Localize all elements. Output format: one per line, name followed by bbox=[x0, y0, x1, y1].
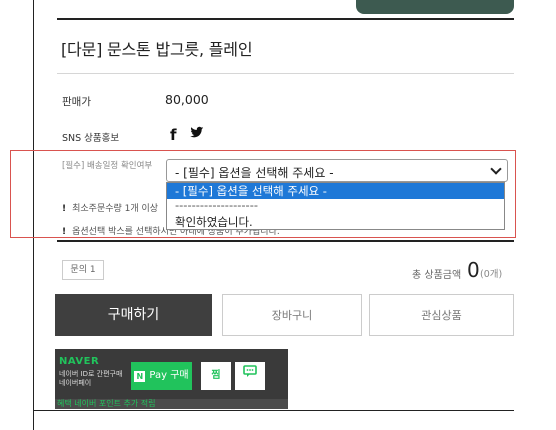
option-dropdown[interactable]: - [필수] 옵션을 선택해 주세요 - -------------------… bbox=[166, 182, 505, 230]
title-divider bbox=[57, 73, 514, 74]
option-label: [필수] 배송일정 확인여부 bbox=[62, 161, 153, 171]
naver-benefit-strip: 혜택 네이버 포인트 추가 적립 bbox=[55, 399, 288, 409]
note-bullet: ! bbox=[62, 227, 67, 237]
top-pill-decoration bbox=[356, 0, 514, 14]
product-title: [다문] 문스톤 밥그릇, 플레인 bbox=[61, 40, 253, 59]
total-value: 0 bbox=[467, 258, 480, 282]
dropdown-option-separator[interactable]: -------------------- bbox=[167, 199, 504, 214]
total-count: (0개) bbox=[480, 269, 503, 280]
naver-wish-button[interactable]: 찜 bbox=[201, 362, 231, 390]
min-qty-note: ! 최소주문수량 1개 이상 bbox=[62, 201, 158, 214]
total-label: 총 상품금액 bbox=[412, 270, 462, 281]
option-select-value: - [필수] 옵션을 선택해 주세요 - bbox=[175, 166, 334, 180]
price-value: 80,000 bbox=[165, 92, 209, 107]
naver-sub-line1: 네이버 ID로 간편구매 bbox=[59, 370, 123, 378]
chat-icon bbox=[243, 365, 257, 377]
chevron-down-icon bbox=[490, 163, 502, 175]
naver-pay-label: Pay 구매 bbox=[149, 370, 189, 381]
option-select[interactable]: - [필수] 옵션을 선택해 주세요 - bbox=[166, 159, 508, 182]
bottom-border bbox=[33, 410, 514, 411]
naver-pay-subtitle: 네이버 ID로 간편구매 네이버페이 bbox=[59, 370, 122, 388]
dropdown-option-default[interactable]: - [필수] 옵션을 선택해 주세요 - bbox=[167, 183, 504, 199]
wishlist-button[interactable]: 관심상품 bbox=[369, 294, 514, 336]
naver-pay-button[interactable]: N Pay 구매 bbox=[131, 362, 192, 390]
buy-button[interactable]: 구매하기 bbox=[55, 294, 212, 336]
facebook-icon[interactable]: f bbox=[170, 126, 177, 144]
naver-n-icon: N bbox=[134, 371, 146, 382]
naver-pay-panel: NAVER 네이버 ID로 간편구매 네이버페이 N Pay 구매 찜 혜택 네이… bbox=[55, 349, 288, 409]
naver-sub-line2: 네이버페이 bbox=[59, 379, 92, 387]
dropdown-option-confirm[interactable]: 확인하였습니다. bbox=[167, 214, 504, 230]
cart-button[interactable]: 장바구니 bbox=[222, 294, 362, 336]
qty-box[interactable]: 문의 1 bbox=[62, 260, 104, 280]
note-bullet: ! bbox=[62, 204, 67, 214]
price-label: 판매가 bbox=[62, 96, 91, 108]
twitter-icon[interactable] bbox=[190, 126, 204, 142]
sns-label: SNS 상품홍보 bbox=[62, 133, 120, 144]
top-divider bbox=[57, 18, 514, 20]
option-divider bbox=[57, 240, 514, 242]
naver-benefit-text: 혜택 네이버 포인트 추가 적립 bbox=[57, 399, 156, 408]
naver-logo: NAVER bbox=[59, 356, 100, 367]
min-qty-text: 최소주문수량 1개 이상 bbox=[72, 204, 159, 214]
naver-talk-button[interactable] bbox=[235, 362, 265, 390]
